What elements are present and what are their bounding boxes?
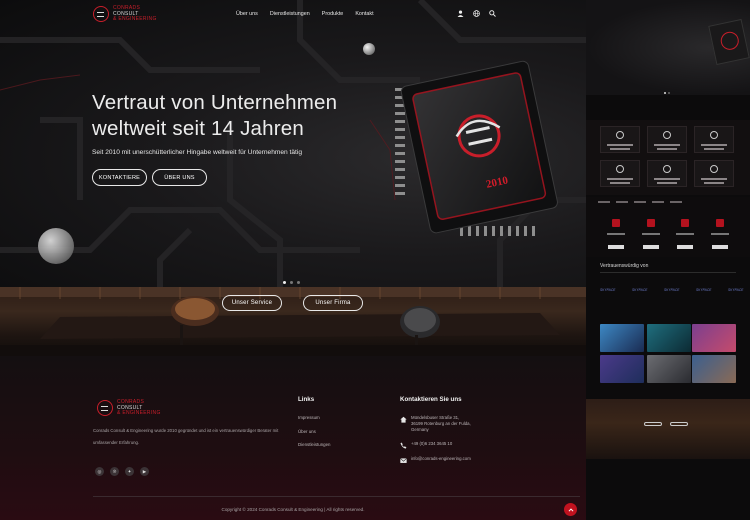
- email-text: info@conrads-engineering.com: [411, 456, 471, 461]
- mail-icon: [400, 458, 407, 463]
- footer-links: Impressum Über uns Dienstleistungen: [298, 415, 330, 456]
- preview-products: [586, 197, 750, 257]
- preview-button: [644, 422, 662, 426]
- preview-thumbnail: [692, 324, 736, 352]
- slider-dot[interactable]: [297, 281, 300, 284]
- preview-button: [670, 422, 688, 426]
- footer: CONRADS CONSULT & ENGINEERING Conrads Co…: [0, 356, 586, 520]
- footer-link-dienstleistungen[interactable]: Dienstleistungen: [298, 442, 330, 456]
- main-page: CONRADS CONSULT & ENGINEERING Über uns D…: [0, 0, 586, 520]
- pinterest-icon[interactable]: ℗: [110, 467, 119, 476]
- footer-divider: [93, 496, 580, 497]
- copyright: Copyright © 2024 Conrads Consult & Engin…: [221, 507, 365, 512]
- preview-partner-logo: SKYPACE: [696, 288, 712, 292]
- logo-mark-icon: [97, 400, 113, 417]
- slider-dot[interactable]: [290, 281, 293, 284]
- preview-hero: [586, 0, 750, 95]
- footer-description: Conrads Consult & Engineering wurde 2010…: [93, 428, 279, 445]
- preview-services-grid: [586, 120, 750, 195]
- preview-product-card: [675, 219, 695, 249]
- preview-divider: [600, 272, 736, 273]
- phone-text: +49 (0)6 234 3645 10: [411, 441, 453, 446]
- twitter-icon[interactable]: ✦: [125, 467, 134, 476]
- phone-icon: [400, 442, 407, 449]
- preview-partner-logo: SKYPACE: [664, 288, 680, 292]
- chip-year-label: 2010: [485, 174, 510, 190]
- preview-thumbnail: [647, 355, 691, 383]
- service-button[interactable]: Unser Service: [222, 295, 282, 311]
- preview-slider-dots: [664, 92, 670, 94]
- page: CONRADS CONSULT & ENGINEERING Über uns D…: [0, 0, 750, 520]
- preview-product-card: [606, 219, 626, 249]
- slider-dot[interactable]: [283, 281, 286, 284]
- preview-service-card: [694, 126, 734, 153]
- preview-service-card: [694, 160, 734, 187]
- links-heading: Links: [298, 396, 315, 403]
- scroll-to-top-button[interactable]: [564, 503, 577, 516]
- office-background: [0, 287, 586, 356]
- chevron-up-icon: [568, 507, 573, 512]
- preview-thumbnail: [692, 355, 736, 383]
- preview-thumbnail: [600, 324, 644, 352]
- svg-text:2010: 2010: [485, 174, 510, 190]
- social-links: ◎ ℗ ✦ ▶: [95, 467, 149, 476]
- footer-link-impressum[interactable]: Impressum: [298, 415, 330, 429]
- preview-product-card: [641, 219, 661, 249]
- firm-button[interactable]: Unser Firma: [303, 295, 363, 311]
- preview-partner-logo: SKYPACE: [728, 288, 744, 292]
- office-banner: Unser Service Unser Firma: [0, 287, 586, 356]
- preview-office-banner: [586, 399, 750, 459]
- page-preview-strip[interactable]: Vertrauenswürdig von SKYPACE SKYPACE SKY…: [586, 0, 750, 520]
- preview-service-card: [647, 160, 687, 187]
- home-icon: [400, 416, 407, 423]
- contact-address: Mündelsbuser Straße 31, 36199 Rotenburg …: [400, 415, 471, 433]
- contact-phone[interactable]: +49 (0)6 234 3645 10: [400, 441, 452, 449]
- contact-email[interactable]: info@conrads-engineering.com: [400, 456, 471, 464]
- preview-service-card: [600, 126, 640, 153]
- youtube-icon[interactable]: ▶: [140, 467, 149, 476]
- preview-thumbnail: [600, 355, 644, 383]
- address-line-3: Germany: [411, 427, 429, 432]
- preview-nav: [598, 201, 738, 205]
- slider-dots: [283, 281, 300, 284]
- contact-heading: Kontaktieren Sie uns: [400, 396, 462, 403]
- preview-partner-logo: SKYPACE: [600, 288, 616, 292]
- logo-line-3: & ENGINEERING: [117, 410, 161, 416]
- preview-service-card: [600, 160, 640, 187]
- preview-thumbnail: [647, 324, 691, 352]
- hero-section: CONRADS CONSULT & ENGINEERING Über uns D…: [0, 0, 586, 287]
- footer-logo[interactable]: CONRADS CONSULT & ENGINEERING: [97, 399, 161, 417]
- address-text: Mündelsbuser Straße 31, 36199 Rotenburg …: [411, 415, 471, 433]
- preview-product-card: [710, 219, 730, 249]
- preview-trust-heading: Vertrauenswürdig von: [600, 263, 649, 269]
- instagram-icon[interactable]: ◎: [95, 467, 104, 476]
- preview-partner-logo: SKYPACE: [632, 288, 648, 292]
- logo-text: CONRADS CONSULT & ENGINEERING: [117, 399, 161, 417]
- preview-service-card: [647, 126, 687, 153]
- preview-chip-image: [708, 18, 750, 66]
- footer-link-ueber-uns[interactable]: Über uns: [298, 429, 330, 443]
